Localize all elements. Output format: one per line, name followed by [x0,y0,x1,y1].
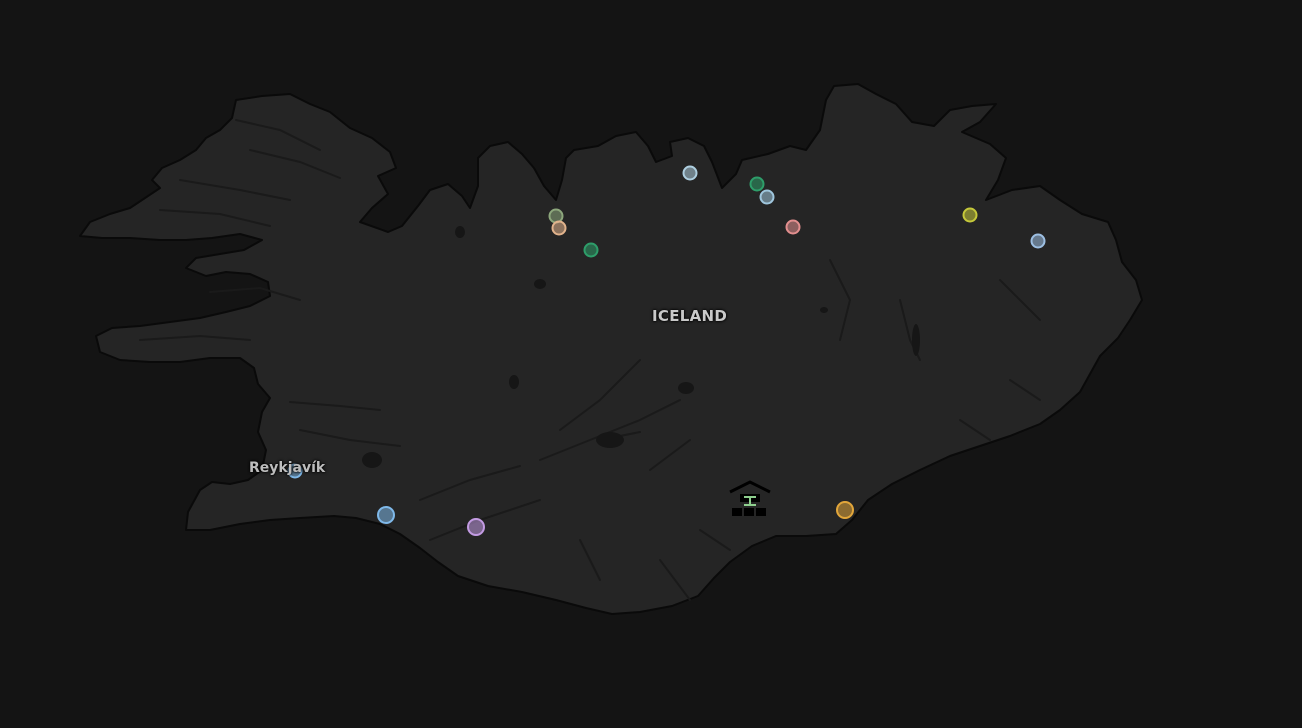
map-marker-10[interactable] [377,506,395,524]
map-marker-4[interactable] [785,219,801,235]
iceland-landmass [79,83,1143,615]
map-marker-2[interactable] [749,176,765,192]
map-marker-1[interactable] [682,165,698,181]
map-canvas[interactable] [0,0,1302,728]
map-marker-9[interactable] [1030,233,1046,249]
country-label: ICELAND [652,307,728,325]
map-marker-6[interactable] [551,220,567,236]
map-view[interactable]: ICELAND Reykjavík [0,0,1302,728]
capital-label: Reykjavík [249,460,326,476]
map-marker-5[interactable] [548,208,564,224]
map-marker-12[interactable] [836,501,854,519]
map-marker-8[interactable] [962,207,978,223]
map-marker-11[interactable] [467,518,485,536]
map-marker-3[interactable] [759,189,775,205]
map-marker-7[interactable] [583,242,599,258]
